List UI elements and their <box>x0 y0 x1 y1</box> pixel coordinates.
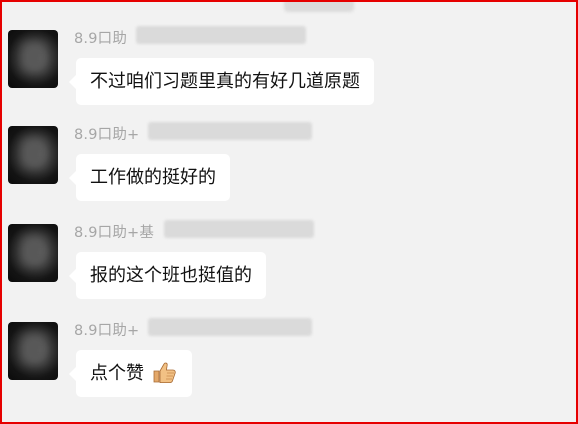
message-text: 不过咱们习题里真的有好几道原题 <box>90 71 360 92</box>
message-bubble[interactable]: 点个赞 <box>69 350 192 397</box>
avatar[interactable] <box>8 30 58 88</box>
avatar[interactable] <box>8 322 58 380</box>
chat-message: 8.9口助+ 工作做的挺好的 <box>2 98 576 201</box>
thumbs-up-icon <box>153 362 176 383</box>
message-text: 工作做的挺好的 <box>90 167 216 188</box>
redacted-sender-blur <box>148 122 312 140</box>
chat-message: 8.9口助 不过咱们习题里真的有好几道原题 <box>2 2 576 105</box>
sender-name: 8.9口助 <box>74 31 128 47</box>
redacted-sender-blur <box>136 26 306 44</box>
message-text: 点个赞 <box>90 363 144 384</box>
sender-name: 8.9口助+ <box>74 127 140 143</box>
chat-message: 8.9口助+基 报的这个班也挺值的 <box>2 196 576 299</box>
message-bubble[interactable]: 工作做的挺好的 <box>69 154 230 201</box>
chat-message: 8.9口助+ 点个赞 <box>2 294 576 397</box>
redacted-sender-blur <box>148 318 312 336</box>
avatar[interactable] <box>8 126 58 184</box>
avatar[interactable] <box>8 224 58 282</box>
redacted-sender-blur <box>164 220 314 238</box>
sender-name: 8.9口助+ <box>74 323 140 339</box>
sender-name: 8.9口助+基 <box>74 225 155 241</box>
message-text: 报的这个班也挺值的 <box>90 265 252 286</box>
chat-screenshot-frame: 8.9口助 不过咱们习题里真的有好几道原题 8.9口助+ 工作做的挺好的 8.9… <box>0 0 578 424</box>
message-bubble[interactable]: 报的这个班也挺值的 <box>69 252 266 299</box>
